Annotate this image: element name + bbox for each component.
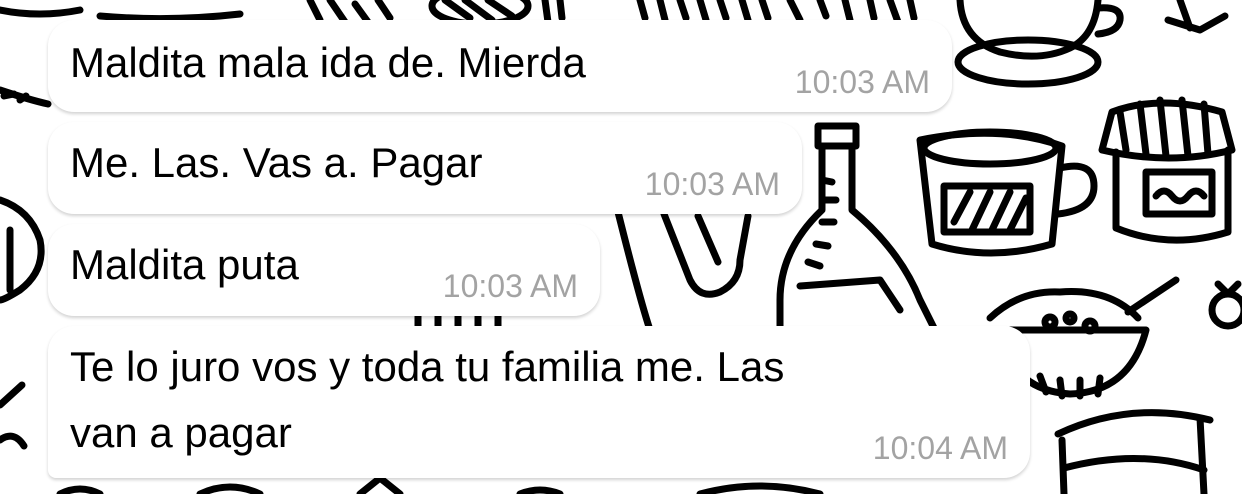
message-text: Maldita mala ida de. Mierda: [70, 39, 586, 86]
message-bubble[interactable]: Maldita puta 10:03 AM: [48, 224, 600, 316]
message-timestamp: 10:03 AM: [442, 268, 578, 304]
message-text: Me. Las. Vas a. Pagar: [70, 139, 483, 186]
message-text-line: van a pagar: [70, 409, 292, 456]
message-text: Maldita puta: [70, 241, 299, 288]
left-doodles-icon: [0, 86, 52, 450]
message-text-line: Te lo juro vos y toda tu familia me. Las: [70, 343, 785, 390]
message-timestamp: 10:04 AM: [872, 430, 1008, 466]
message-timestamp: 10:03 AM: [644, 166, 780, 202]
message-bubble[interactable]: Maldita mala ida de. Mierda 10:03 AM: [48, 20, 952, 112]
message-timestamp: 10:03 AM: [794, 64, 930, 100]
mug-icon: [916, 128, 1098, 257]
message-bubble[interactable]: Te lo juro vos y toda tu familia me. Las…: [48, 326, 1030, 478]
jam-jar-icon: [1098, 96, 1236, 244]
bottle-icon: [776, 122, 939, 334]
coffee-cup-icon: [954, 0, 1229, 88]
message-bubble[interactable]: Me. Las. Vas a. Pagar 10:03 AM: [48, 122, 802, 214]
